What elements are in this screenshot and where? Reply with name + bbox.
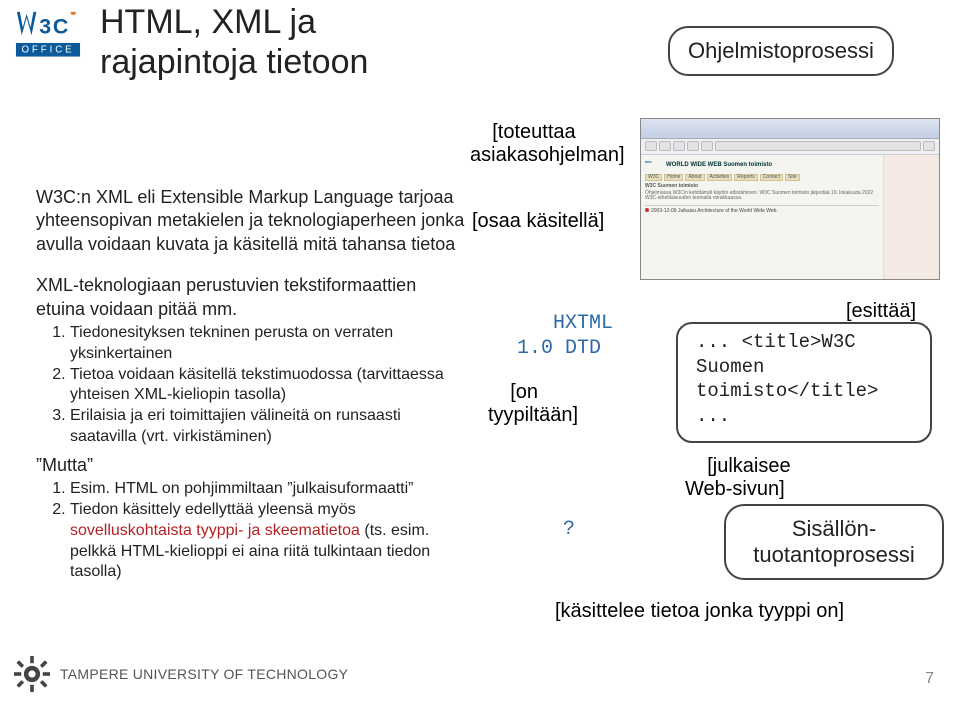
title-line-2: rajapintoja tietoon [100,43,368,81]
list-item: Tiedonesityksen tekninen perusta on verr… [70,323,466,365]
edge-label-toteuttaa: [toteuttaaasiakasohjelman] [470,98,625,190]
code-line: ... [696,404,920,429]
university-name: TAMPERE UNIVERSITY OF TECHNOLOGY [60,666,348,682]
intro-paragraph-2: XML-teknologiaan perustuvien tekstiforma… [36,274,466,321]
process-box-sisallontuotanto: Sisällön-tuotantoprosessi [724,504,944,580]
svg-text:OFFICE: OFFICE [21,45,74,56]
caveats-list: Esim. HTML on pohjimmiltaan ”julkaisufor… [64,479,466,583]
html-fragment-box: ... <title>W3C Suomen toimisto</title> .… [676,322,932,443]
mutta-heading: ”Mutta” [36,454,466,477]
slide-title: HTML, XML ja rajapintoja tietoon [100,2,368,82]
node-question-mark: ? [563,518,575,541]
edge-label-on-tyypiltaan: [ontyypiltään] [488,358,578,450]
edge-label-kasittelee-tietoa: [käsittelee tietoa jonka tyyppi on] [555,600,844,623]
intro-paragraph-1: W3C:n XML eli Extensible Markup Language… [36,186,466,256]
list-item: Tietoa voidaan käsitellä tekstimuodossa … [70,365,466,407]
code-line: ... <title>W3C [696,330,920,355]
list-item: Esim. HTML on pohjimmiltaan ”julkaisufor… [70,479,466,500]
w3c-office-logo: 3 C OFFICE [14,8,82,59]
code-line: Suomen [696,355,920,380]
page-number: 7 [925,670,934,688]
list-item: Erilaisia ja eri toimittajien välineitä … [70,406,466,448]
advantages-list: Tiedonesityksen tekninen perusta on verr… [64,323,466,448]
main-text-column: W3C:n XML eli Extensible Markup Language… [36,186,466,583]
svg-text:3: 3 [39,14,51,38]
list-item: Tiedon käsittely edellyttää yleensä myös… [70,500,466,583]
svg-text:W3C: W3C [645,160,653,164]
browser-titlebar [641,119,939,139]
edge-label-osaa-kasitella: [osaa käsitellä] [472,210,604,233]
code-line: toimisto</title> [696,379,920,404]
svg-text:C: C [53,14,68,38]
edge-label-esittaa: [esittää] [846,300,916,323]
process-box-ohjelmisto: Ohjelmistoprosessi [668,26,894,76]
title-line-1: HTML, XML ja [100,3,316,41]
university-footer: TAMPERE UNIVERSITY OF TECHNOLOGY [14,656,348,692]
browser-screenshot-thumbnail: W3C WORLD WIDE WEB Suomen toimisto W3CHo… [640,118,940,280]
browser-toolbar [641,139,939,155]
gear-icon [14,656,50,692]
